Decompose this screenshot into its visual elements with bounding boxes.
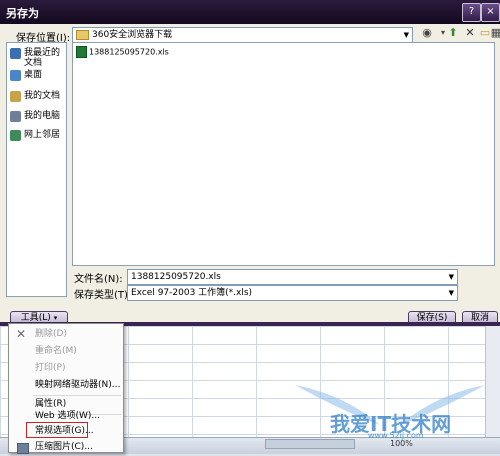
file-list[interactable]: 1388125095720.xls [72,42,495,266]
watermark-url: www.52ij.com [368,431,424,440]
menu-item-label: 重命名(M) [35,346,77,356]
menu-item-label: 删除(D) [35,329,67,339]
title-bar: 另存为 ? × [0,0,500,24]
folder-icon [76,29,89,40]
menu-item-label: 映射网络驱动器(N)... [35,380,121,390]
save-as-dialog: 另存为 ? × 保存位置(I): 360安全浏览器下载 ▼ ◉ ▾ ⬆ ✕ ▭ … [0,0,500,326]
menu-item-rename[interactable]: 重命名(M) [9,343,123,360]
filename-value: 1388125095720.xls [131,272,221,282]
my-computer-icon [10,111,21,122]
chevron-down-icon: ▾ [53,314,58,322]
list-item[interactable]: 1388125095720.xls [76,46,169,58]
filetype-dropdown[interactable]: Excel 97-2003 工作簿(*.xls) ▼ [127,285,458,301]
places-item-label: 桌面 [24,70,43,80]
dialog-title: 另存为 [6,7,39,20]
filetype-label: 保存类型(T): [74,290,132,301]
chevron-down-icon: ▼ [403,31,409,39]
zoom-level[interactable]: 100% [390,439,413,448]
delete-icon: ✕ [16,327,27,341]
back-icon[interactable]: ◉ [420,26,434,40]
save-in-value: 360安全浏览器下载 [92,30,173,40]
menu-item-delete[interactable]: ✕ 删除(D) [9,326,123,343]
delete-icon[interactable]: ✕ [463,26,477,40]
help-button[interactable]: ? [462,3,481,22]
chevron-down-icon: ▼ [448,273,454,281]
close-button[interactable]: × [481,3,500,22]
menu-item-label: 打印(P) [35,363,66,373]
file-name: 1388125095720.xls [89,47,169,57]
menu-item-map-drive[interactable]: 映射网络驱动器(N)... [9,377,123,394]
recent-docs-icon [10,48,21,59]
desktop-icon [10,70,21,81]
menu-item-compress-pictures[interactable]: 压缩图片(C)... [9,439,123,456]
places-item-label: 我的文档 [24,91,61,101]
menu-item-label: 压缩图片(C)... [35,442,93,452]
filetype-value: Excel 97-2003 工作簿(*.xls) [131,288,253,298]
highlight-box [26,422,88,438]
excel-file-icon [76,46,87,58]
places-item-label: 我最近的文档 [24,48,61,68]
my-documents-icon [10,91,21,102]
views-icon[interactable]: ▦ [489,26,500,40]
compress-pictures-icon [17,443,29,454]
menu-item-print[interactable]: 打印(P) [9,360,123,377]
places-item-label: 网上邻居 [24,130,61,140]
places-bar: 我最近的文档 桌面 我的文档 我的电脑 网上邻居 [6,42,67,297]
network-places-icon [10,130,21,141]
places-item-label: 我的电脑 [24,111,61,121]
up-folder-icon[interactable]: ⬆ [446,26,460,40]
horizontal-scrollbar[interactable] [265,439,355,449]
filename-label: 文件名(N): [74,274,123,285]
chevron-down-icon: ▼ [448,289,454,297]
save-in-dropdown[interactable]: 360安全浏览器下载 ▼ [72,27,413,43]
filename-field[interactable]: 1388125095720.xls ▼ [127,269,458,285]
